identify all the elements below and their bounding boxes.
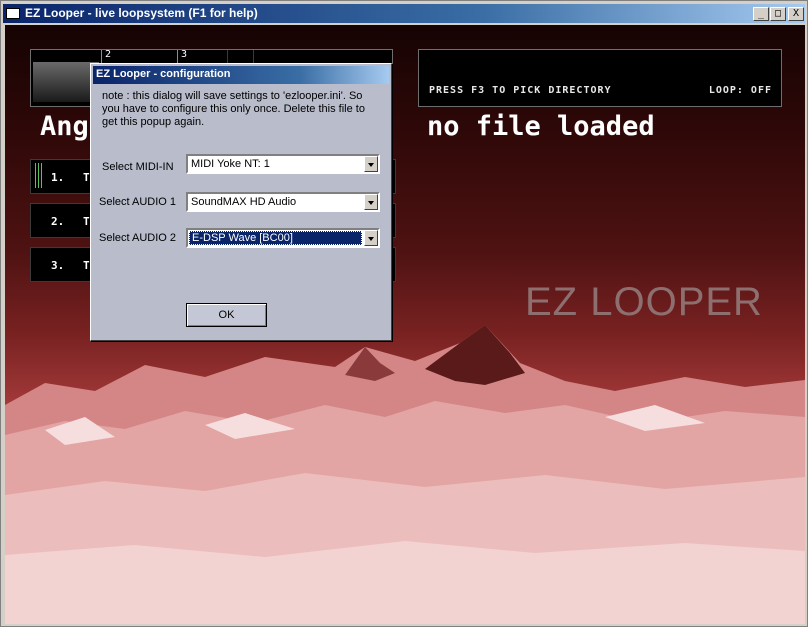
- audio1-value: SoundMAX HD Audio: [191, 196, 297, 208]
- config-dialog: EZ Looper - configuration note : this di…: [90, 63, 392, 341]
- track-name: T: [83, 171, 90, 184]
- dialog-title-bar[interactable]: EZ Looper - configuration: [93, 66, 389, 84]
- audio1-select[interactable]: SoundMAX HD Audio: [186, 192, 380, 212]
- track-number: 1.: [51, 171, 65, 184]
- midi-in-select[interactable]: MIDI Yoke NT: 1: [186, 154, 380, 174]
- track-name: T: [83, 215, 90, 228]
- dialog-title: EZ Looper - configuration: [96, 68, 231, 80]
- app-icon[interactable]: [6, 8, 20, 19]
- window-title: EZ Looper - live loopsystem (F1 for help…: [25, 6, 258, 20]
- level-meter-icon: [35, 163, 43, 188]
- title-bar[interactable]: EZ Looper - live loopsystem (F1 for help…: [3, 4, 805, 23]
- track-name: T: [83, 259, 90, 272]
- track-number: 2.: [51, 215, 65, 228]
- chevron-down-icon[interactable]: [364, 230, 378, 246]
- midi-in-label: Select MIDI-IN: [102, 161, 174, 173]
- chevron-down-icon[interactable]: [364, 156, 378, 172]
- directory-hint: PRESS F3 TO PICK DIRECTORY: [429, 85, 612, 96]
- close-button[interactable]: X: [788, 7, 804, 21]
- maximize-button[interactable]: □: [770, 7, 786, 21]
- loop-marker-label: 2: [105, 49, 112, 60]
- file-status: no file loaded: [427, 111, 655, 142]
- track-number: 3.: [51, 259, 65, 272]
- audio1-label: Select AUDIO 1: [99, 196, 177, 208]
- dialog-note: note : this dialog will save settings to…: [102, 90, 365, 128]
- audio2-select[interactable]: E-DSP Wave [BC00]: [186, 228, 380, 248]
- audio2-label: Select AUDIO 2: [99, 232, 177, 244]
- ok-button[interactable]: OK: [186, 303, 267, 327]
- status-panel: PRESS F3 TO PICK DIRECTORY LOOP: OFF: [418, 49, 782, 107]
- midi-in-value: MIDI Yoke NT: 1: [191, 158, 270, 170]
- main-window: EZ Looper - live loopsystem (F1 for help…: [0, 0, 808, 627]
- brand-logo: EZ LOOPER: [525, 280, 763, 324]
- loop-marker-label: 3: [181, 49, 188, 60]
- audio2-value: E-DSP Wave [BC00]: [189, 231, 362, 245]
- minimize-button[interactable]: _: [753, 7, 769, 21]
- chevron-down-icon[interactable]: [364, 194, 378, 210]
- loop-status: LOOP: OFF: [708, 85, 772, 96]
